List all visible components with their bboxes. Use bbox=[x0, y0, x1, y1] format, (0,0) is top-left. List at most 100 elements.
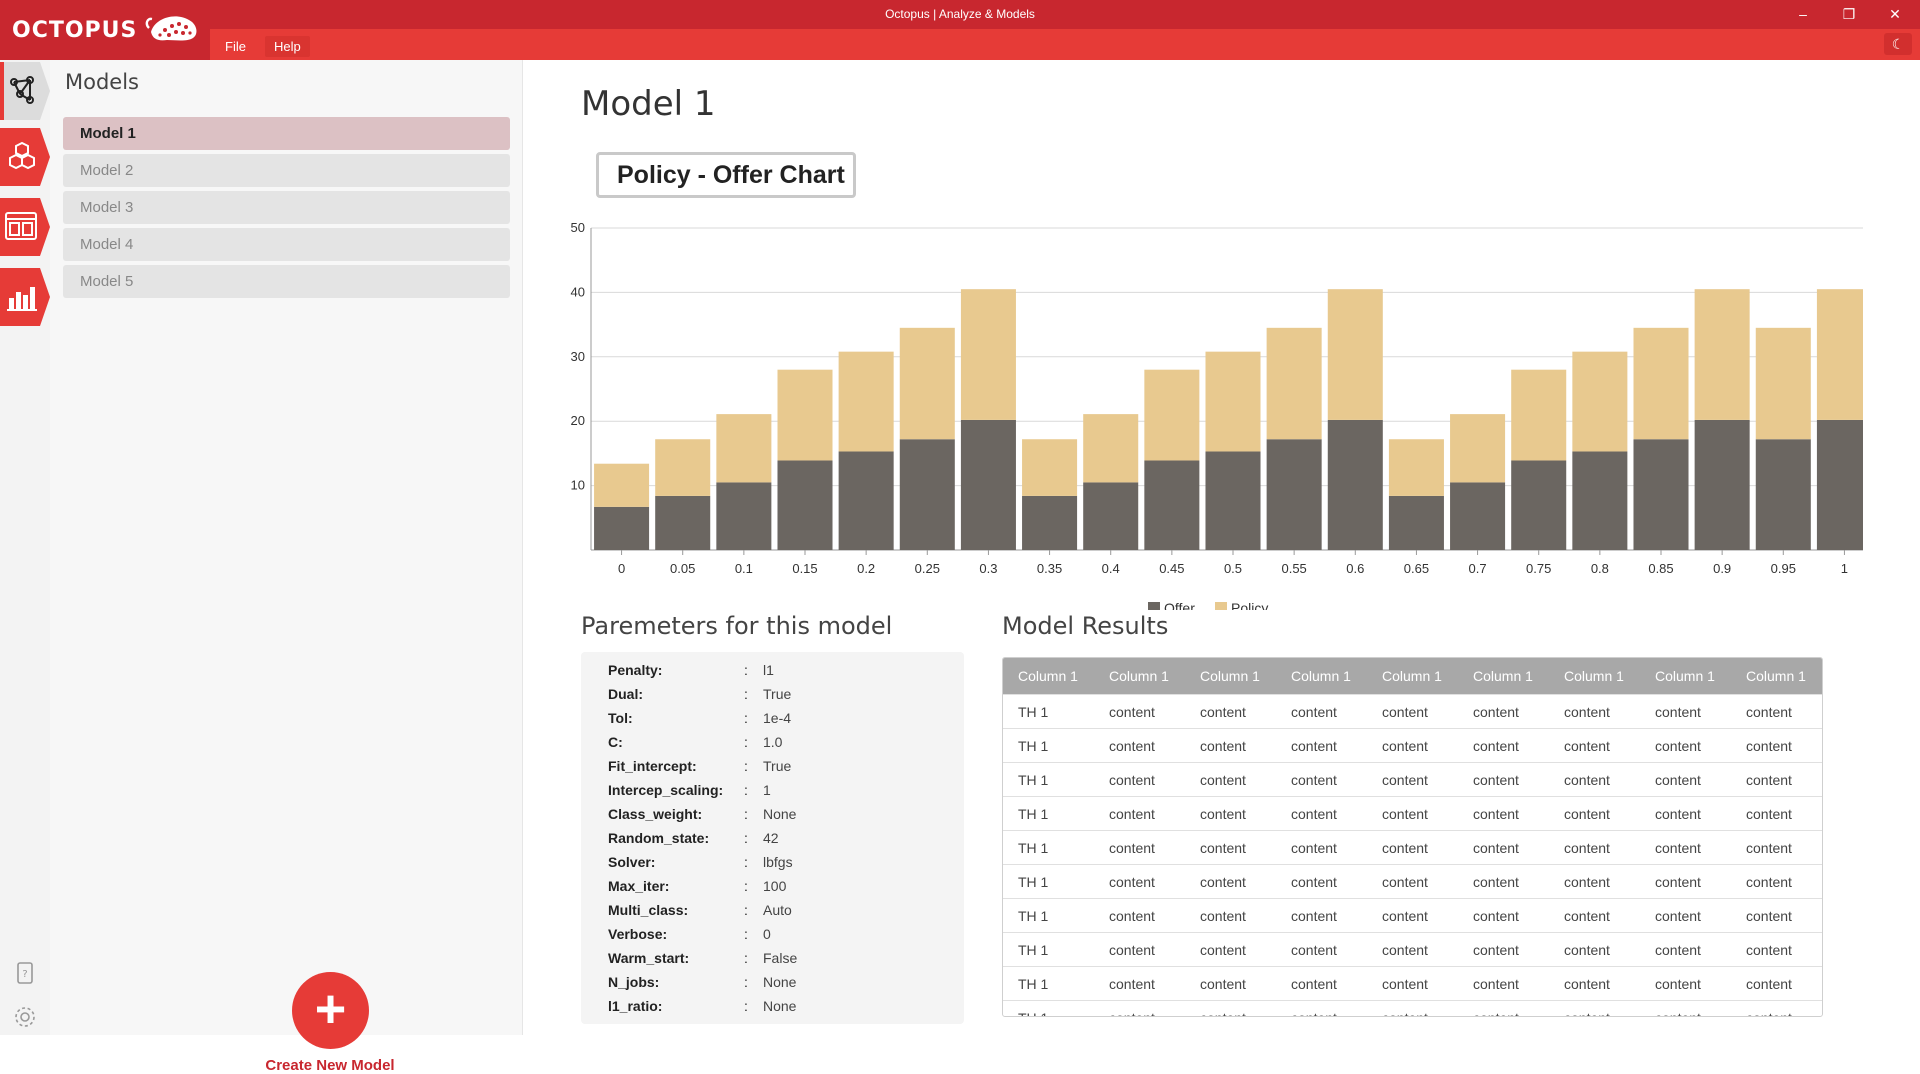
column-header[interactable]: Column 1 bbox=[1640, 658, 1731, 695]
table-cell: content bbox=[1276, 1000, 1367, 1016]
table-row: TH 1contentcontentcontentcontentcontentc… bbox=[1003, 932, 1822, 967]
column-header[interactable]: Column 1 bbox=[1458, 658, 1549, 695]
row-header-cell: TH 1 bbox=[1003, 830, 1094, 865]
table-row: TH 1contentcontentcontentcontentcontentc… bbox=[1003, 864, 1822, 899]
row-header-cell: TH 1 bbox=[1003, 864, 1094, 899]
table-cell: content bbox=[1367, 898, 1458, 933]
model-item-2[interactable]: Model 2 bbox=[63, 154, 510, 187]
param-value: 0 bbox=[763, 926, 771, 942]
table-cell: content bbox=[1731, 932, 1822, 967]
param-value: 1 bbox=[763, 782, 771, 798]
rail-tab-dashboard[interactable] bbox=[0, 198, 50, 256]
rail-tab-network[interactable] bbox=[0, 62, 50, 120]
bar-offer bbox=[1388, 495, 1444, 550]
table-cell: content bbox=[1731, 796, 1822, 831]
x-tick-label: 0.55 bbox=[1281, 561, 1306, 576]
bar-offer bbox=[1266, 439, 1322, 550]
table-cell: content bbox=[1640, 728, 1731, 763]
x-tick-label: 0.95 bbox=[1771, 561, 1796, 576]
params-title: Paremeters for this model bbox=[581, 612, 893, 640]
y-tick-label: 50 bbox=[571, 220, 585, 235]
bar-offer bbox=[1083, 482, 1139, 550]
menu-file[interactable]: File bbox=[216, 36, 255, 57]
model-item-4[interactable]: Model 4 bbox=[63, 228, 510, 261]
x-tick-label: 0.2 bbox=[857, 561, 875, 576]
dark-mode-toggle[interactable]: ☾ bbox=[1884, 33, 1912, 55]
logo-text: OCTOPUS bbox=[12, 17, 138, 43]
bar-policy bbox=[899, 327, 955, 440]
column-header[interactable]: Column 1 bbox=[1367, 658, 1458, 695]
table-cell: content bbox=[1185, 762, 1276, 797]
table-cell: content bbox=[1185, 898, 1276, 933]
param-separator: : bbox=[744, 710, 748, 726]
y-tick-label: 10 bbox=[571, 478, 585, 493]
column-header[interactable]: Column 1 bbox=[1731, 658, 1822, 695]
table-cell: content bbox=[1367, 762, 1458, 797]
param-separator: : bbox=[744, 902, 748, 918]
help-document-icon[interactable]: ? bbox=[12, 960, 38, 986]
x-tick-label: 0.15 bbox=[792, 561, 817, 576]
table-row: TH 1contentcontentcontentcontentcontentc… bbox=[1003, 694, 1822, 729]
table-cell: content bbox=[1276, 796, 1367, 831]
table-cell: content bbox=[1276, 932, 1367, 967]
param-value: Auto bbox=[763, 902, 792, 918]
x-tick-label: 0.75 bbox=[1526, 561, 1551, 576]
table-cell: content bbox=[1458, 694, 1549, 729]
rail-tab-models[interactable] bbox=[0, 128, 50, 186]
column-header[interactable]: Column 1 bbox=[1094, 658, 1185, 695]
x-tick-label: 0.9 bbox=[1713, 561, 1731, 576]
model-item-5[interactable]: Model 5 bbox=[63, 265, 510, 298]
table-cell: content bbox=[1549, 796, 1640, 831]
table-cell: content bbox=[1458, 932, 1549, 967]
close-button[interactable]: ✕ bbox=[1872, 0, 1918, 29]
param-name: Dual: bbox=[608, 686, 643, 702]
maximize-button[interactable]: ❐ bbox=[1826, 0, 1872, 29]
column-header[interactable]: Column 1 bbox=[1276, 658, 1367, 695]
table-cell: content bbox=[1458, 966, 1549, 1001]
column-header[interactable]: Column 1 bbox=[1549, 658, 1640, 695]
create-new-model-button[interactable]: + bbox=[292, 972, 369, 1049]
table-cell: content bbox=[1094, 796, 1185, 831]
row-header-cell: TH 1 bbox=[1003, 898, 1094, 933]
bar-offer bbox=[1205, 451, 1261, 550]
column-header[interactable]: Column 1 bbox=[1185, 658, 1276, 695]
param-name: Intercep_scaling: bbox=[608, 782, 724, 798]
rail-tab-analytics[interactable] bbox=[0, 268, 50, 326]
param-separator: : bbox=[744, 854, 748, 870]
x-tick-label: 0.85 bbox=[1648, 561, 1673, 576]
param-separator: : bbox=[744, 782, 748, 798]
param-value: 100 bbox=[763, 878, 787, 894]
column-header[interactable]: Column 1 bbox=[1003, 658, 1094, 695]
bar-offer bbox=[594, 506, 650, 550]
table-cell: content bbox=[1094, 694, 1185, 729]
model-item-1[interactable]: Model 1 bbox=[63, 117, 510, 150]
bar-policy bbox=[1816, 289, 1863, 420]
table-cell: content bbox=[1094, 864, 1185, 899]
bar-policy bbox=[1633, 327, 1689, 440]
minimize-button[interactable]: – bbox=[1780, 0, 1826, 29]
sidebar-title: Models bbox=[65, 70, 139, 94]
main-panel: Model 1 Policy - Offer Chart 10 20 30 40 50 0… bbox=[523, 60, 1920, 1035]
param-separator: : bbox=[744, 950, 748, 966]
bar-policy bbox=[1266, 327, 1322, 440]
legend-label-offer: Offer bbox=[1164, 600, 1195, 610]
table-row: TH 1contentcontentcontentcontentcontentc… bbox=[1003, 898, 1822, 933]
settings-gear-icon[interactable] bbox=[12, 1004, 38, 1030]
x-tick-label: 1 bbox=[1841, 561, 1848, 576]
bar-policy bbox=[655, 439, 711, 496]
model-item-3[interactable]: Model 3 bbox=[63, 191, 510, 224]
results-table: Column 1 Column 1 Column 1 Column 1 Column 1… bbox=[1003, 658, 1822, 1016]
bar-offer bbox=[1327, 419, 1383, 550]
y-tick-label: 40 bbox=[571, 284, 585, 299]
bar-offer bbox=[655, 495, 711, 550]
param-separator: : bbox=[744, 662, 748, 678]
menu-help[interactable]: Help bbox=[265, 36, 310, 57]
create-new-model-label[interactable]: Create New Model bbox=[230, 1057, 430, 1074]
x-tick-label: 0.8 bbox=[1591, 561, 1609, 576]
param-value: 42 bbox=[763, 830, 779, 846]
results-title: Model Results bbox=[1002, 612, 1169, 640]
param-value: 1e-4 bbox=[763, 710, 792, 726]
table-cell: content bbox=[1367, 728, 1458, 763]
table-cell: content bbox=[1549, 1000, 1640, 1016]
param-separator: : bbox=[744, 686, 748, 702]
